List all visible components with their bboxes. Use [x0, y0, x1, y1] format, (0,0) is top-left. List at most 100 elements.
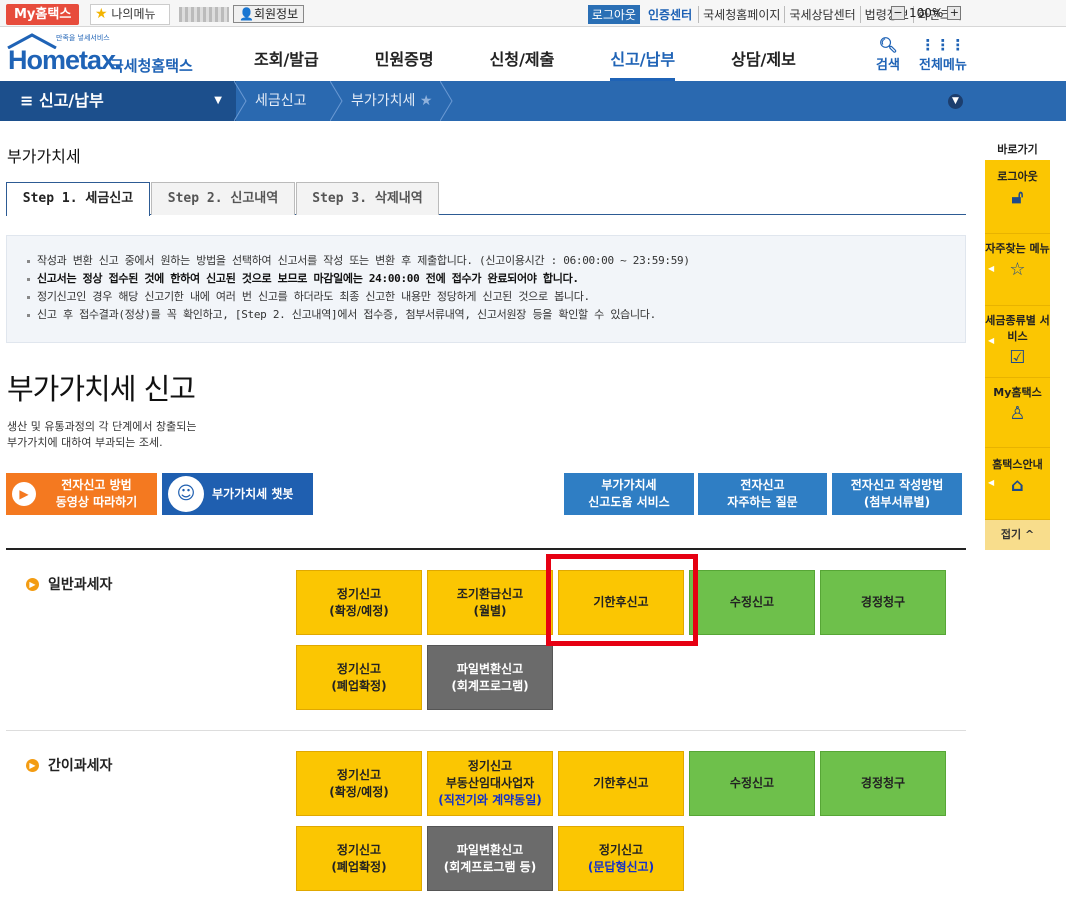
simple-file-convert-button[interactable]: 파일변환신고 (회계프로그램 등) — [427, 826, 553, 891]
howto-label: 전자신고 작성방법 — [850, 478, 944, 492]
member-info-button[interactable]: 👤회원정보 — [233, 5, 305, 23]
button-line: 경정청구 — [860, 776, 906, 790]
hamburger-icon: ≡ — [20, 91, 34, 110]
vat-chatbot-button[interactable]: ☺ 부가가치세 챗봇 — [162, 473, 313, 515]
person-icon: ♙ — [1009, 403, 1026, 424]
tab-step3[interactable]: Step 3. 삭제내역 — [296, 182, 439, 215]
caret-left-icon: ◀ — [988, 478, 995, 487]
quick-logout[interactable]: 로그아웃 🔓︎ — [985, 160, 1050, 234]
button-line: (폐업확정) — [331, 859, 387, 874]
desc-line: 부가가치에 대하여 부과되는 조세. — [7, 436, 163, 449]
faq-button[interactable]: 전자신고 자주하는 질문 — [698, 473, 827, 515]
simple-correction-claim-button[interactable]: 경정청구 — [820, 751, 946, 816]
button-line: 수정신고 — [729, 776, 775, 790]
simple-late-report-button[interactable]: 기한후신고 — [558, 751, 684, 816]
desc-line: 생산 및 유통과정의 각 단계에서 창출되는 — [7, 420, 197, 433]
quick-collapse-button[interactable]: 접기 ^ — [985, 520, 1050, 550]
caret-left-icon: ◀ — [988, 264, 995, 273]
faq-label: 전자신고 — [740, 478, 785, 492]
button-line: (확정/예정) — [329, 603, 389, 618]
simple-amended-report-button[interactable]: 수정신고 — [689, 751, 815, 816]
button-line: 정기신고 — [336, 842, 382, 857]
simple-closure-report-button[interactable]: 정기신고 (폐업확정) — [296, 826, 422, 891]
caret-left-icon: ◀ — [988, 336, 995, 345]
header-search[interactable]: 🔍︎ 검색 — [876, 36, 900, 73]
button-line: 기한후신고 — [593, 776, 649, 790]
notice-item: 정기신고인 경우 해당 신고기한 내에 여러 번 신고를 하더라도 최종 신고한… — [25, 288, 965, 306]
button-line: (문답형신고) — [587, 859, 655, 874]
general-early-refund-button[interactable]: 조기환급신고 (월별) — [427, 570, 553, 635]
breadcrumb-root[interactable]: ≡ 신고/납부 ▼ — [0, 81, 236, 121]
main-description: 생산 및 유통과정의 각 단계에서 창출되는 부가가치에 대하여 부과되는 조세… — [7, 419, 247, 451]
step-tabs: Step 1. 세금신고 Step 2. 신고내역 Step 3. 삭제내역 — [6, 182, 966, 216]
general-correction-claim-button[interactable]: 경정청구 — [820, 570, 946, 635]
notice-item: 신고 후 접수결과(정상)를 꼭 확인하고, [Step 2. 신고내역]에서 … — [25, 306, 965, 324]
notice-box: 작성과 변환 신고 중에서 원하는 방법을 선택하여 신고서를 작성 또는 변환… — [6, 235, 966, 343]
button-line: 정기신고 — [336, 586, 382, 601]
header-all-menu[interactable]: ⋮⋮⋮ 전체메뉴 — [919, 36, 967, 73]
general-taxpayer-label: ▶ 일반과세자 — [26, 574, 112, 594]
general-closure-report-button[interactable]: 정기신고 (폐업확정) — [296, 645, 422, 710]
quick-tax-service[interactable]: ◀ 세금종류별 서비스 ☑ — [985, 306, 1050, 378]
simple-rental-report-button[interactable]: 정기신고 부동산임대사업자 (직전기와 계약동일) — [427, 751, 553, 816]
quick-guide[interactable]: ◀ 홈택스안내 ⌂ — [985, 448, 1050, 520]
button-line: 수정신고 — [729, 595, 775, 609]
logout-top-button[interactable]: 로그아웃 — [587, 5, 640, 24]
zoom-out-button[interactable]: − — [891, 6, 905, 20]
quick-my-hometax-label: My홈택스 — [993, 386, 1042, 399]
simple-taxpayer-label: ▶ 간이과세자 — [26, 755, 112, 775]
button-line: 경정청구 — [860, 595, 906, 609]
howto-label: (첨부서류별) — [863, 495, 931, 509]
breadcrumb-root-label: 신고/납부 — [38, 91, 104, 110]
nts-homepage-link[interactable]: 국세청홈페이지 — [698, 6, 784, 23]
logo-text: Hometax. — [8, 45, 123, 75]
video-guide-label: 전자신고 방법 — [61, 478, 132, 492]
simple-regular-report-button[interactable]: 정기신고 (확정/예정) — [296, 751, 422, 816]
general-regular-report-button[interactable]: 정기신고 (확정/예정) — [296, 570, 422, 635]
gnb-report-pay[interactable]: 신고/납부 — [610, 46, 676, 81]
simple-qa-report-button[interactable]: 정기신고 (문답형신고) — [558, 826, 684, 891]
favorite-star-icon[interactable]: ★ — [420, 93, 433, 109]
tab-step2[interactable]: Step 2. 신고내역 — [151, 182, 295, 215]
consult-center-link[interactable]: 국세상담센터 — [784, 6, 859, 23]
faq-label: 자주하는 질문 — [727, 495, 798, 509]
search-icon: 🔍︎ — [878, 36, 898, 54]
home-icon: ⌂ — [1011, 475, 1024, 496]
divider — [6, 548, 966, 550]
gnb-apply[interactable]: 신청/제출 — [490, 46, 555, 81]
general-file-convert-button[interactable]: 파일변환신고 (회계프로그램) — [427, 645, 553, 710]
quick-frequent-menu[interactable]: ◀ 자주찾는 메뉴 ☆ — [985, 234, 1050, 306]
button-line: 파일변환신고 — [456, 661, 524, 676]
video-guide-button[interactable]: ▶ 전자신고 방법 동영상 따라하기 — [6, 473, 157, 515]
quick-guide-label: 홈택스안내 — [992, 458, 1043, 471]
cert-center-link[interactable]: 인증센터 — [648, 6, 692, 23]
breadcrumb-vat[interactable]: 부가가치세 ★ — [351, 81, 432, 121]
search-label: 검색 — [876, 58, 900, 73]
gnb-consult[interactable]: 상담/제보 — [731, 46, 796, 81]
chevron-separator — [330, 81, 343, 121]
bullet-icon: ▶ — [26, 758, 39, 772]
vat-help-service-button[interactable]: 부가가치세 신고도움 서비스 — [564, 473, 694, 515]
button-line: (직전기와 계약동일) — [438, 793, 542, 807]
my-hometax-button[interactable]: My홈택스 — [6, 4, 80, 25]
zoom-value: 100% — [909, 6, 944, 20]
chevron-up-icon: ^ — [1024, 528, 1035, 541]
quick-menu: 바로가기 로그아웃 🔓︎ ◀ 자주찾는 메뉴 ☆ ◀ 세금종류별 서비스 ☑ M… — [985, 140, 1050, 550]
gnb-civil[interactable]: 민원증명 — [375, 46, 434, 81]
quick-my-hometax[interactable]: My홈택스 ♙ — [985, 378, 1050, 448]
section-label-text: 간이과세자 — [48, 758, 113, 774]
top-utility-bar: My홈택스 ★ 나의메뉴 👤회원정보 로그아웃 인증센터 국세청홈페이지 국세상… — [0, 0, 1066, 27]
user-name-blurred — [179, 7, 229, 22]
my-menu-label: 나의메뉴 — [111, 7, 156, 21]
button-line: (월별) — [473, 603, 507, 618]
breadcrumb-tax-report[interactable]: 세금신고 — [255, 81, 307, 121]
tab-step1[interactable]: Step 1. 세금신고 — [6, 182, 150, 216]
gnb-lookup[interactable]: 조회/발급 — [254, 46, 319, 81]
chevron-down-icon[interactable]: ▼ — [948, 94, 963, 109]
howto-button[interactable]: 전자신고 작성방법 (첨부서류별) — [832, 473, 962, 515]
star-icon: ★ — [95, 6, 108, 22]
divider — [6, 730, 966, 731]
zoom-in-button[interactable]: + — [947, 6, 962, 20]
general-amended-report-button[interactable]: 수정신고 — [689, 570, 815, 635]
my-menu-button[interactable]: ★ 나의메뉴 — [90, 4, 170, 25]
